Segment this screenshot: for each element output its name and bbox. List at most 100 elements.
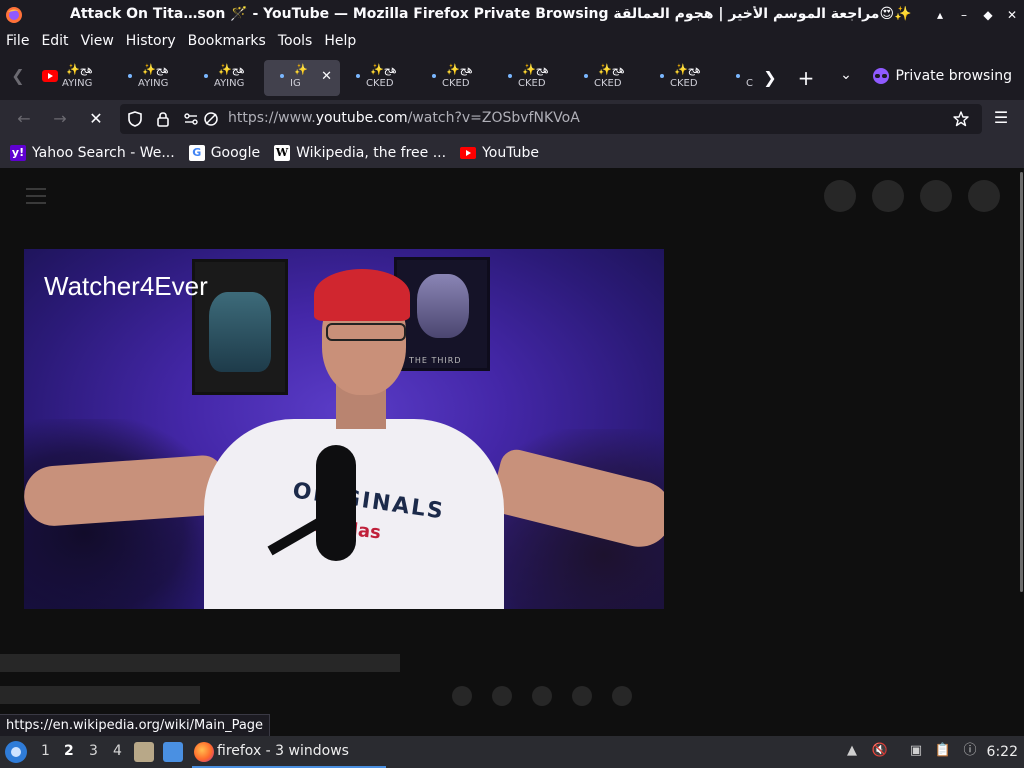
taskbar-firefox-entry[interactable]: firefox - 3 windows	[192, 738, 386, 768]
header-placeholder-circle[interactable]	[968, 180, 1000, 212]
list-all-tabs-icon[interactable]: ⌄	[836, 67, 856, 87]
browser-tab[interactable]: ✨هج CKED	[340, 60, 416, 96]
header-placeholder-circle[interactable]	[872, 180, 904, 212]
tab-title: ✨هج	[142, 63, 169, 76]
youtube-icon	[42, 70, 58, 82]
window-shade-button[interactable]: ▴	[932, 6, 948, 24]
start-menu-icon[interactable]	[5, 741, 27, 763]
volume-muted-icon[interactable]: 🔇	[871, 742, 889, 760]
red-cap	[314, 269, 410, 321]
menu-edit[interactable]: Edit	[41, 30, 68, 52]
bookmark-item[interactable]: y! Yahoo Search - We...	[10, 145, 175, 161]
workspace-4[interactable]: 4	[113, 743, 122, 759]
browser-tab[interactable]: ✨هج AYING	[112, 60, 188, 96]
link-status-text: https://en.wikipedia.org/wiki/Main_Page	[0, 714, 271, 736]
browser-tab[interactable]: ✨هج AYING	[188, 60, 264, 96]
back-button[interactable]: ←	[12, 108, 36, 130]
menu-bookmarks[interactable]: Bookmarks	[188, 30, 266, 52]
browser-tab[interactable]: ✨هج CKED	[644, 60, 720, 96]
workspace-3[interactable]: 3	[89, 743, 98, 759]
poster-text: THE THIRD	[409, 356, 462, 365]
menu-help[interactable]: Help	[324, 30, 356, 52]
browser-tab[interactable]: ✨ IG ✕	[264, 60, 340, 96]
glasses	[326, 323, 406, 341]
tab-title: ✨هج	[522, 63, 549, 76]
google-icon: G	[188, 145, 205, 161]
navigation-toolbar: ← → ✕ https://www.youtube.com/watch?v=ZO…	[0, 100, 1024, 138]
url-text[interactable]: https://www.youtube.com/watch?v=ZOSbvfNK…	[228, 110, 580, 126]
loading-dot-icon	[204, 74, 208, 78]
bookmark-label: Yahoo Search - We...	[32, 145, 175, 161]
autoplay-blocked-icon[interactable]	[202, 110, 220, 128]
bookmark-star-icon[interactable]	[952, 110, 970, 128]
stop-loading-button[interactable]: ✕	[84, 108, 108, 130]
show-desktop-icon[interactable]	[163, 742, 183, 762]
lock-icon[interactable]	[154, 110, 172, 128]
menu-tools[interactable]: Tools	[278, 30, 313, 52]
tab-media-status: CKED	[670, 78, 698, 89]
window-minimize-button[interactable]: –	[956, 6, 972, 24]
browser-tab[interactable]: ✨هج CKED	[568, 60, 644, 96]
bookmark-item[interactable]: W Wikipedia, the free ...	[274, 145, 446, 161]
window-maximize-button[interactable]: ◆	[980, 6, 996, 24]
tab-bar: ❮ ✨هج AYING ✨هج AYING ✨هج AYING ✨ IG ✕ ✨هج CKED ✨هج…	[0, 52, 1024, 100]
window-titlebar[interactable]: Attack On Tita…son 🪄 - YouTube — Mozilla…	[0, 0, 1024, 30]
url-path: /watch?v=ZOSbvfNKVoA	[407, 110, 580, 126]
clock[interactable]: 6:22	[987, 744, 1018, 760]
browser-tab[interactable]: ✨هج AYING	[36, 60, 112, 96]
loading-dot-icon	[356, 74, 360, 78]
bookmark-item[interactable]: G Google	[188, 145, 261, 161]
title-skeleton	[0, 654, 400, 672]
browser-tab[interactable]: C	[720, 60, 760, 96]
menu-file[interactable]: File	[6, 30, 29, 52]
browser-tab[interactable]: ✨هج CKED	[416, 60, 492, 96]
youtube-icon	[460, 147, 477, 159]
action-skeleton-circle	[572, 686, 592, 706]
bookmark-label: Google	[210, 145, 261, 161]
window-controls: ▴ – ◆ ✕	[932, 6, 1020, 24]
forward-button[interactable]: →	[48, 108, 72, 130]
close-tab-icon[interactable]: ✕	[321, 69, 332, 84]
menu-view[interactable]: View	[81, 30, 114, 52]
url-bar[interactable]: https://www.youtube.com/watch?v=ZOSbvfNK…	[120, 104, 982, 134]
network-icon[interactable]: ▣	[907, 742, 925, 760]
browser-tab[interactable]: ✨هج CKED	[492, 60, 568, 96]
tab-title: ✨هج	[370, 63, 397, 76]
loading-dot-icon	[736, 74, 740, 78]
notification-icon[interactable]: ⓘ	[961, 742, 979, 760]
workspace-2[interactable]: 2	[64, 743, 74, 759]
clipboard-icon[interactable]: 📋	[934, 742, 952, 760]
yahoo-icon: y!	[10, 145, 26, 161]
new-tab-button[interactable]: +	[796, 66, 816, 90]
menu-bar: File Edit View History Bookmarks Tools H…	[0, 30, 1024, 52]
header-placeholder-circle[interactable]	[920, 180, 952, 212]
app-menu-icon[interactable]: ☰	[992, 108, 1010, 130]
permissions-icon[interactable]	[182, 110, 200, 128]
action-skeleton-circle	[452, 686, 472, 706]
tab-media-status: CKED	[518, 78, 546, 89]
page-scrollbar[interactable]	[1018, 168, 1024, 736]
bookmark-label: Wikipedia, the free ...	[296, 145, 447, 161]
tab-strip: ✨هج AYING ✨هج AYING ✨هج AYING ✨ IG ✕ ✨هج CKED ✨هج CK…	[36, 60, 760, 96]
window-close-button[interactable]: ✕	[1004, 6, 1020, 24]
menu-history[interactable]: History	[126, 30, 176, 52]
youtube-guide-menu-icon[interactable]	[26, 188, 46, 204]
tab-title: ✨هج	[598, 63, 625, 76]
header-placeholder-circle[interactable]	[824, 180, 856, 212]
bookmark-label: YouTube	[482, 145, 540, 161]
bookmark-item[interactable]: YouTube	[460, 145, 539, 161]
tab-title: ✨هج	[674, 63, 701, 76]
action-skeleton-circle	[532, 686, 552, 706]
private-browsing-label: Private browsing	[895, 68, 1012, 84]
tab-scroll-right-icon[interactable]: ❯	[760, 68, 780, 88]
microphone	[316, 445, 356, 561]
video-player[interactable]: THE THIRD ORIGINALS adidas Watcher4Ever	[24, 249, 664, 609]
tray-up-icon[interactable]: ▲	[843, 742, 861, 760]
tab-title: ✨هج	[66, 63, 93, 76]
tracking-protection-shield-icon[interactable]	[126, 110, 144, 128]
tab-media-status: CKED	[366, 78, 394, 89]
tab-scroll-left-icon[interactable]: ❮	[8, 66, 28, 86]
channel-skeleton	[0, 686, 200, 704]
workspace-1[interactable]: 1	[41, 743, 50, 759]
file-manager-icon[interactable]	[134, 742, 154, 762]
